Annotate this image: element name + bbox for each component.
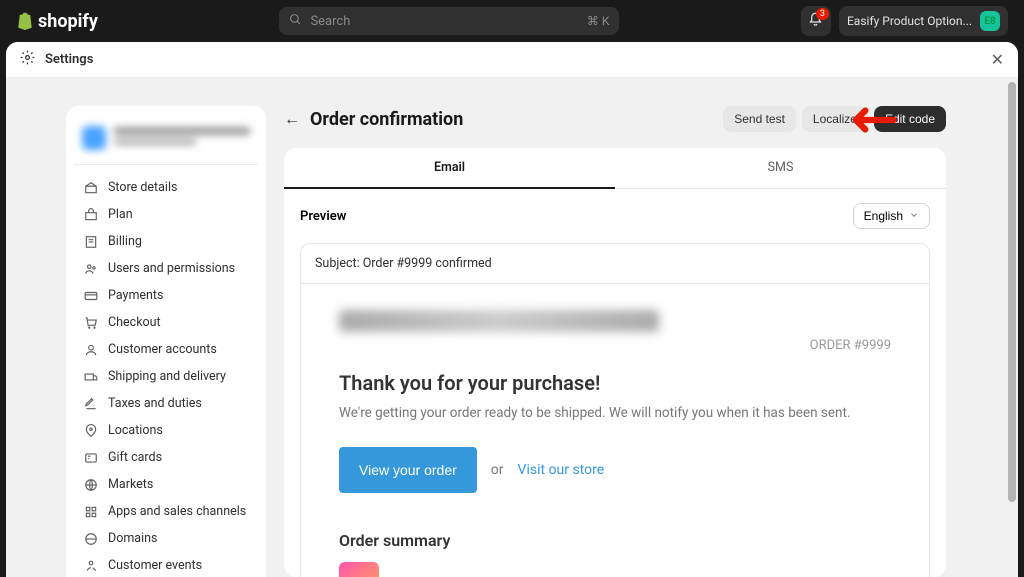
shopify-bag-icon	[16, 11, 34, 31]
or-text: or	[491, 462, 504, 478]
email-preview-frame: Subject: Order #9999 confirmed ORDER #99…	[300, 243, 930, 577]
logo-text: shopify	[38, 11, 98, 32]
payments-icon	[84, 289, 98, 303]
sidebar-item-users-and-permissions[interactable]: Users and permissions	[74, 255, 258, 282]
sidebar-item-label: Plan	[108, 207, 133, 222]
scrollbar[interactable]	[1008, 82, 1016, 573]
shop-name-blurred	[339, 310, 659, 332]
settings-panel: Settings ✕ Store details Plan Billing Users…	[6, 42, 1018, 577]
language-selector[interactable]: English	[853, 203, 930, 229]
tab-email[interactable]: Email	[284, 148, 615, 189]
sidebar-item-markets[interactable]: Markets	[74, 471, 258, 498]
app-switcher-button[interactable]: Easify Product Option... E8	[839, 6, 1008, 36]
sidebar-item-label: Locations	[108, 423, 163, 438]
sidebar-item-store-details[interactable]: Store details	[74, 174, 258, 201]
shopify-logo[interactable]: shopify	[16, 11, 98, 32]
plan-icon	[84, 208, 98, 222]
sidebar-item-label: Shipping and delivery	[108, 369, 226, 384]
store-switcher[interactable]	[74, 120, 258, 165]
sidebar-item-checkout[interactable]: Checkout	[74, 309, 258, 336]
apps-and-sales-channels-icon	[84, 505, 98, 519]
sidebar-item-payments[interactable]: Payments	[74, 282, 258, 309]
sidebar-item-plan[interactable]: Plan	[74, 201, 258, 228]
back-arrow-icon[interactable]: ←	[284, 109, 300, 129]
sidebar-item-label: Payments	[108, 288, 163, 303]
sidebar-item-apps-and-sales-channels[interactable]: Apps and sales channels	[74, 498, 258, 525]
thank-you-heading: Thank you for your purchase!	[339, 371, 891, 395]
notification-count-badge: 3	[816, 8, 829, 20]
product-thumbnail	[339, 562, 379, 577]
sidebar-item-shipping-and-delivery[interactable]: Shipping and delivery	[74, 363, 258, 390]
sidebar-item-label: Taxes and duties	[108, 396, 202, 411]
search-shortcut: ⌘ K	[587, 14, 610, 28]
billing-icon	[84, 235, 98, 249]
search-icon	[289, 13, 302, 30]
search-placeholder: Search	[310, 14, 350, 29]
preview-card: Email SMS Preview English Subject	[284, 148, 946, 577]
settings-header: Settings ✕	[6, 42, 1018, 78]
customer-events-icon	[84, 559, 98, 573]
customer-accounts-icon	[84, 343, 98, 357]
shipping-and-delivery-icon	[84, 370, 98, 384]
order-summary-heading: Order summary	[339, 531, 891, 550]
settings-title: Settings	[45, 52, 93, 67]
sidebar-item-locations[interactable]: Locations	[74, 417, 258, 444]
sidebar-item-label: Store details	[108, 180, 177, 195]
sidebar-item-label: Customer accounts	[108, 342, 217, 357]
search-input[interactable]: Search ⌘ K	[279, 7, 619, 35]
sidebar-item-label: Apps and sales channels	[108, 504, 246, 519]
edit-code-button[interactable]: Edit code	[874, 106, 946, 132]
notifications-button[interactable]: 3	[801, 6, 831, 36]
taxes-and-duties-icon	[84, 397, 98, 411]
preview-label: Preview	[300, 209, 346, 224]
gift-cards-icon	[84, 451, 98, 465]
sidebar-item-customer-events[interactable]: Customer events	[74, 552, 258, 577]
view-order-button[interactable]: View your order	[339, 447, 477, 493]
users-and-permissions-icon	[84, 262, 98, 276]
email-subject: Subject: Order #9999 confirmed	[301, 244, 929, 284]
page-title: Order confirmation	[310, 109, 463, 130]
visit-store-link[interactable]: Visit our store	[518, 462, 605, 478]
chevron-down-icon	[909, 209, 919, 223]
sidebar-item-label: Gift cards	[108, 450, 162, 465]
order-number: ORDER #9999	[339, 338, 891, 353]
send-test-button[interactable]: Send test	[723, 106, 796, 132]
tab-sms[interactable]: SMS	[615, 148, 946, 188]
language-value: English	[864, 209, 903, 223]
sidebar-item-label: Checkout	[108, 315, 161, 330]
app-label: Easify Product Option...	[847, 14, 972, 28]
store-icon	[82, 126, 106, 150]
sidebar-item-label: Markets	[108, 477, 153, 492]
domains-icon	[84, 532, 98, 546]
localize-button[interactable]: Localize	[802, 106, 868, 132]
sidebar-item-label: Customer events	[108, 558, 202, 573]
sidebar-item-billing[interactable]: Billing	[74, 228, 258, 255]
sidebar-item-taxes-and-duties[interactable]: Taxes and duties	[74, 390, 258, 417]
gear-icon	[20, 50, 35, 69]
close-icon[interactable]: ✕	[991, 50, 1004, 69]
sidebar-item-label: Domains	[108, 531, 158, 546]
scrollbar-thumb[interactable]	[1008, 82, 1016, 502]
thank-you-description: We're getting your order ready to be shi…	[339, 403, 891, 423]
checkout-icon	[84, 316, 98, 330]
sidebar-item-gift-cards[interactable]: Gift cards	[74, 444, 258, 471]
main-content: ← Order confirmation Send test Localize …	[284, 106, 946, 577]
sidebar-item-label: Users and permissions	[108, 261, 235, 276]
sidebar-item-label: Billing	[108, 234, 142, 249]
settings-sidebar: Store details Plan Billing Users and permis…	[66, 106, 266, 577]
locations-icon	[84, 424, 98, 438]
store-details-icon	[84, 181, 98, 195]
topbar: shopify Search ⌘ K 3 Easify Product Opti…	[0, 0, 1024, 42]
avatar: E8	[980, 11, 1000, 31]
sidebar-item-domains[interactable]: Domains	[74, 525, 258, 552]
markets-icon	[84, 478, 98, 492]
sidebar-item-customer-accounts[interactable]: Customer accounts	[74, 336, 258, 363]
